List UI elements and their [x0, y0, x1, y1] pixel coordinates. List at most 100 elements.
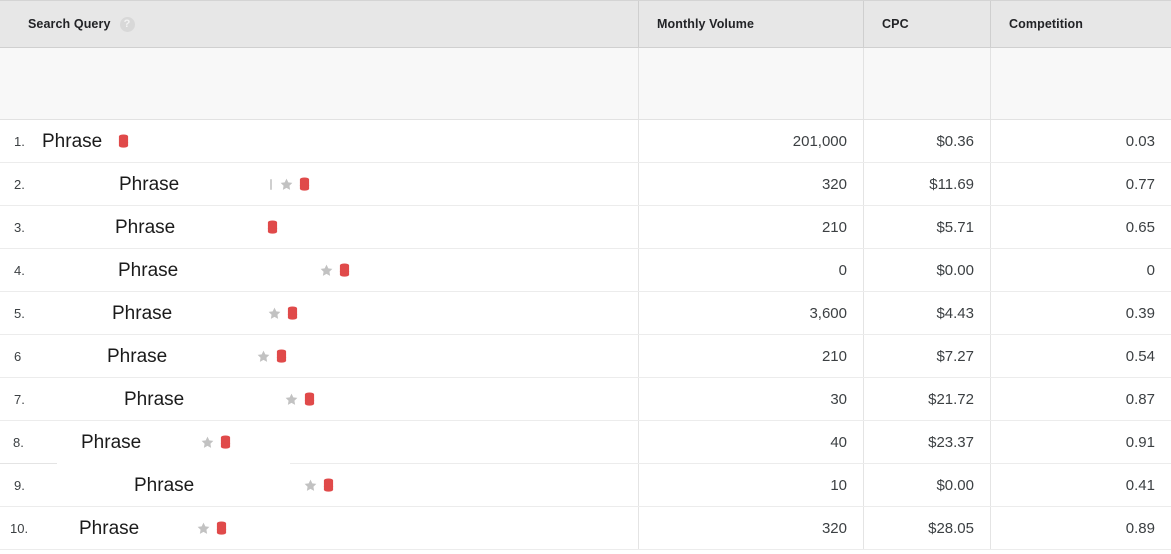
cell-competition: 0.77 [990, 163, 1171, 206]
database-icon[interactable] [304, 392, 315, 407]
table-row[interactable]: 4.Phrase0$0.000 [0, 249, 1171, 292]
star-icon[interactable] [319, 263, 334, 278]
cpc-value: $0.00 [936, 477, 974, 494]
filter-cell-competition[interactable] [990, 48, 1171, 119]
row-rank: 3. [14, 220, 25, 235]
star-icon[interactable] [200, 435, 215, 450]
table-row[interactable]: 10.Phrase320$28.050.89 [0, 507, 1171, 550]
database-icon[interactable] [220, 435, 231, 450]
cell-cpc: $0.00 [863, 464, 990, 507]
table-row[interactable]: 5.Phrase3,600$4.430.39 [0, 292, 1171, 335]
database-icon[interactable] [216, 521, 227, 536]
cell-search-query[interactable]: 9.Phrase [0, 464, 638, 507]
table-row[interactable]: 3.Phrase210 $5.71 0.65 [0, 206, 1171, 249]
database-icon[interactable] [339, 263, 350, 278]
cell-cpc: $4.43 [863, 292, 990, 335]
table-row[interactable]: 6Phrase210$7.270.54 [0, 335, 1171, 378]
cell-monthly-volume: 30 [638, 378, 863, 421]
search-query-text: Phrase [118, 260, 178, 282]
table-row[interactable]: 9.Phrase 10 $0.00 0.41 [0, 464, 1171, 507]
cell-search-query[interactable]: 6Phrase [0, 335, 638, 378]
database-icon[interactable] [267, 220, 278, 235]
cell-search-query[interactable]: 4.Phrase [0, 249, 638, 292]
database-icon[interactable] [287, 306, 298, 321]
row-icon-group [118, 134, 129, 149]
cell-search-query[interactable]: 8.Phrase [0, 421, 638, 464]
cell-search-query[interactable]: 3.Phrase [0, 206, 638, 249]
cell-search-query[interactable]: 2.Phrase [0, 163, 638, 206]
search-query-text: Phrase [112, 303, 172, 325]
row-icon-group [196, 521, 227, 536]
monthly-volume-value: 40 [830, 434, 847, 451]
monthly-volume-value: 320 [822, 520, 847, 537]
table-row[interactable]: 8.Phrase40$23.370.91 [0, 421, 1171, 464]
row-icon-group [270, 177, 310, 192]
search-query-text: Phrase [119, 174, 179, 196]
star-icon[interactable] [196, 521, 211, 536]
cell-monthly-volume: 201,000 [638, 120, 863, 163]
star-icon[interactable] [303, 478, 318, 493]
cpc-value: $4.43 [936, 305, 974, 322]
cell-search-query[interactable]: 10.Phrase [0, 507, 638, 550]
column-header-monthly-volume[interactable]: Monthly Volume [638, 1, 863, 47]
row-icon-group [256, 349, 287, 364]
column-header-competition[interactable]: Competition [990, 1, 1171, 47]
column-header-label: Monthly Volume [657, 17, 754, 31]
cpc-value: $5.71 [936, 219, 974, 236]
competition-value: 0.54 [1126, 348, 1155, 365]
filter-cell-search-query[interactable] [0, 48, 638, 119]
database-icon[interactable] [323, 478, 334, 493]
competition-value: 0 [1147, 262, 1155, 279]
monthly-volume-value: 30 [830, 391, 847, 408]
row-rank: 8. [13, 435, 24, 450]
cell-monthly-volume: 0 [638, 249, 863, 292]
cell-search-query[interactable]: 5. Phrase [0, 292, 638, 335]
cell-monthly-volume: 210 [638, 206, 863, 249]
star-icon[interactable] [256, 349, 271, 364]
competition-value: 0.03 [1126, 133, 1155, 150]
search-query-text: Phrase [134, 475, 194, 497]
competition-value: 0.41 [1126, 477, 1155, 494]
database-icon[interactable] [299, 177, 310, 192]
cell-monthly-volume: 320 [638, 507, 863, 550]
column-header-search-query[interactable]: Search Query ? [0, 1, 638, 47]
star-icon[interactable] [267, 306, 282, 321]
cpc-value: $11.69 [929, 176, 974, 193]
cell-competition: 0 [990, 249, 1171, 292]
competition-value: 0.65 [1126, 219, 1155, 236]
row-icon-group [200, 435, 231, 450]
row-separator [0, 549, 1171, 550]
cell-cpc: $21.72 [863, 378, 990, 421]
search-query-text: Phrase [124, 389, 184, 411]
column-header-cpc[interactable]: CPC [863, 1, 990, 47]
column-header-label: CPC [882, 17, 909, 31]
monthly-volume-value: 10 [830, 477, 847, 494]
monthly-volume-value: 201,000 [793, 133, 847, 150]
database-icon[interactable] [118, 134, 129, 149]
competition-value: 0.39 [1126, 305, 1155, 322]
table-filter-row [0, 48, 1171, 120]
table-row[interactable]: 7.Phrase30$21.720.87 [0, 378, 1171, 421]
star-icon[interactable] [279, 177, 294, 192]
cpc-value: $23.37 [928, 434, 974, 451]
cell-search-query[interactable]: 1.Phrase [0, 120, 638, 163]
search-query-text: Phrase [107, 346, 167, 368]
monthly-volume-value: 210 [822, 348, 847, 365]
cell-competition: 0.89 [990, 507, 1171, 550]
row-rank: 5. [14, 306, 25, 321]
star-icon[interactable] [284, 392, 299, 407]
filter-cell-cpc[interactable] [863, 48, 990, 119]
cell-competition: 0.54 [990, 335, 1171, 378]
cpc-value: $21.72 [928, 391, 974, 408]
help-icon[interactable]: ? [120, 17, 135, 32]
table-header-row: Search Query ? Monthly Volume CPC Compet… [0, 0, 1171, 48]
search-query-text: Phrase [79, 518, 139, 540]
monthly-volume-value: 320 [822, 176, 847, 193]
table-row[interactable]: 2.Phrase 320 $11.69 0.77 [0, 163, 1171, 206]
database-icon[interactable] [276, 349, 287, 364]
table-row[interactable]: 1.Phrase201,000$0.360.03 [0, 120, 1171, 163]
cpc-value: $0.00 [936, 262, 974, 279]
cell-search-query[interactable]: 7.Phrase [0, 378, 638, 421]
filter-cell-monthly-volume[interactable] [638, 48, 863, 119]
cell-competition: 0.39 [990, 292, 1171, 335]
